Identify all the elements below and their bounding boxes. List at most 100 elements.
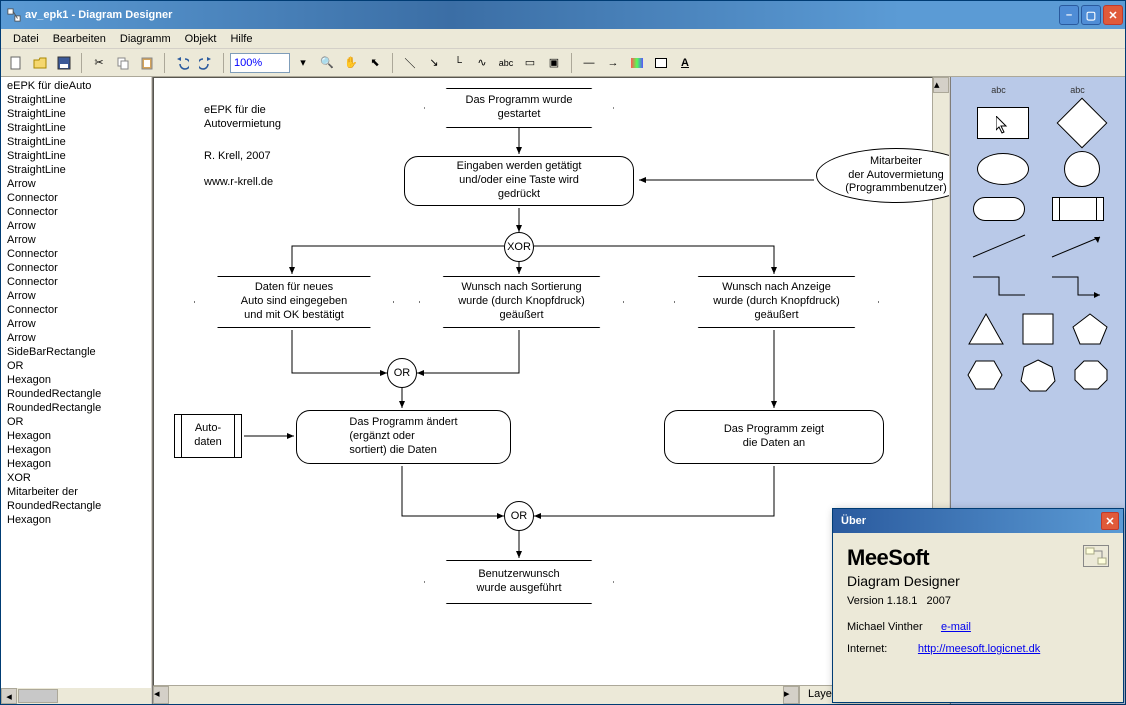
- object-list-item[interactable]: Arrow: [3, 289, 149, 303]
- pan-tool-icon[interactable]: ✋: [340, 52, 362, 74]
- node-d1[interactable]: Daten für neues Auto sind eingegeben und…: [194, 276, 394, 328]
- linecolor-icon[interactable]: [650, 52, 672, 74]
- object-list-item[interactable]: SideBarRectangle: [3, 345, 149, 359]
- about-url-link[interactable]: http://meesoft.logicnet.dk: [918, 643, 1040, 655]
- palette-line[interactable]: [969, 231, 1029, 261]
- object-list-item[interactable]: Arrow: [3, 317, 149, 331]
- object-list-item[interactable]: Connector: [3, 275, 149, 289]
- object-list-item[interactable]: Arrow: [3, 233, 149, 247]
- node-autodaten[interactable]: Auto- daten: [174, 414, 242, 458]
- palette-triangle[interactable]: [966, 311, 1006, 347]
- menu-objekt[interactable]: Objekt: [179, 31, 223, 47]
- node-end[interactable]: Benutzerwunsch wurde ausgeführt: [424, 560, 614, 604]
- arrow-tool-icon[interactable]: ↘: [423, 52, 445, 74]
- object-list-item[interactable]: Hexagon: [3, 443, 149, 457]
- close-button[interactable]: ✕: [1103, 5, 1123, 25]
- canvas[interactable]: eEPK für die Autovermietung R. Krell, 20…: [153, 77, 933, 686]
- curve-tool-icon[interactable]: ∿: [471, 52, 493, 74]
- image-tool-icon[interactable]: ▣: [543, 52, 565, 74]
- palette-hexagon[interactable]: [965, 357, 1005, 393]
- palette-connector[interactable]: [969, 271, 1029, 301]
- object-list-item[interactable]: OR: [3, 359, 149, 373]
- object-list-item[interactable]: StraightLine: [3, 107, 149, 121]
- node-input[interactable]: Eingaben werden getätigt und/oder eine T…: [404, 156, 634, 206]
- node-xor[interactable]: XOR: [504, 232, 534, 262]
- left-scrollbar[interactable]: ◂: [1, 688, 151, 704]
- object-list-item[interactable]: Connector: [3, 205, 149, 219]
- node-d3[interactable]: Wunsch nach Anzeige wurde (durch Knopfdr…: [674, 276, 879, 328]
- object-list-item[interactable]: Connector: [3, 247, 149, 261]
- about-close-button[interactable]: ✕: [1101, 512, 1119, 530]
- menu-bearbeiten[interactable]: Bearbeiten: [47, 31, 112, 47]
- palette-rounded-rect[interactable]: [973, 197, 1025, 221]
- zoom-tool-icon[interactable]: 🔍: [316, 52, 338, 74]
- palette-sidebar-rect[interactable]: [1052, 197, 1104, 221]
- text-tool-icon[interactable]: abc: [495, 52, 517, 74]
- palette-circle[interactable]: [1064, 151, 1100, 187]
- object-list-item[interactable]: StraightLine: [3, 135, 149, 149]
- object-list-item[interactable]: OR: [3, 415, 149, 429]
- palette-pentagon[interactable]: [1070, 311, 1110, 347]
- object-list-item[interactable]: StraightLine: [3, 121, 149, 135]
- textformat-icon[interactable]: A: [674, 52, 696, 74]
- object-list-item[interactable]: Arrow: [3, 219, 149, 233]
- node-p2[interactable]: Das Programm zeigt die Daten an: [664, 410, 884, 464]
- palette-heptagon[interactable]: [1018, 357, 1058, 393]
- copy-icon[interactable]: [112, 52, 134, 74]
- node-or2[interactable]: OR: [504, 501, 534, 531]
- object-list-item[interactable]: Hexagon: [3, 429, 149, 443]
- object-list-item[interactable]: RoundedRectangle: [3, 499, 149, 513]
- undo-icon[interactable]: [171, 52, 193, 74]
- fillcolor-icon[interactable]: [626, 52, 648, 74]
- object-list-item[interactable]: eEPK für dieAuto: [3, 79, 149, 93]
- object-list-item[interactable]: RoundedRectangle: [3, 401, 149, 415]
- lineend-icon[interactable]: →: [602, 52, 624, 74]
- node-user[interactable]: Mitarbeiter der Autovermietung (Programm…: [816, 148, 949, 203]
- menu-datei[interactable]: Datei: [7, 31, 45, 47]
- node-or1[interactable]: OR: [387, 358, 417, 388]
- cut-icon[interactable]: ✂: [88, 52, 110, 74]
- save-icon[interactable]: [53, 52, 75, 74]
- horizontal-scrollbar[interactable]: ◂▸: [153, 686, 799, 704]
- about-email-link[interactable]: e-mail: [941, 621, 971, 633]
- connector-tool-icon[interactable]: └: [447, 52, 469, 74]
- object-list-item[interactable]: Connector: [3, 191, 149, 205]
- object-list-item[interactable]: Connector: [3, 303, 149, 317]
- object-list-item[interactable]: Arrow: [3, 331, 149, 345]
- zoom-combo[interactable]: [230, 53, 290, 73]
- line-tool-icon[interactable]: ＼: [399, 52, 421, 74]
- object-list-item[interactable]: Connector: [3, 261, 149, 275]
- object-list-item[interactable]: StraightLine: [3, 93, 149, 107]
- node-p1[interactable]: Das Programm ändert (ergänzt oder sortie…: [296, 410, 511, 464]
- object-list-item[interactable]: RoundedRectangle: [3, 387, 149, 401]
- open-icon[interactable]: [29, 52, 51, 74]
- object-list-item[interactable]: Hexagon: [3, 373, 149, 387]
- object-list-item[interactable]: Arrow: [3, 177, 149, 191]
- minimize-button[interactable]: –: [1059, 5, 1079, 25]
- object-list-item[interactable]: StraightLine: [3, 149, 149, 163]
- node-start[interactable]: Das Programm wurde gestartet: [424, 88, 614, 128]
- object-list-item[interactable]: Hexagon: [3, 457, 149, 471]
- palette-square[interactable]: [1020, 311, 1056, 347]
- palette-octagon[interactable]: [1071, 357, 1111, 393]
- zoom-dropdown-icon[interactable]: ▾: [292, 52, 314, 74]
- new-icon[interactable]: [5, 52, 27, 74]
- object-list-item[interactable]: XOR: [3, 471, 149, 485]
- palette-connector-arrow[interactable]: [1048, 271, 1108, 301]
- object-list-item[interactable]: StraightLine: [3, 163, 149, 177]
- select-tool-icon[interactable]: ⬉: [364, 52, 386, 74]
- paste-icon[interactable]: [136, 52, 158, 74]
- linestyle-icon[interactable]: —: [578, 52, 600, 74]
- menu-hilfe[interactable]: Hilfe: [224, 31, 258, 47]
- object-list-item[interactable]: Mitarbeiter der: [3, 485, 149, 499]
- palette-arrow[interactable]: [1048, 231, 1108, 261]
- maximize-button[interactable]: ▢: [1081, 5, 1101, 25]
- object-list[interactable]: eEPK für dieAutoStraightLineStraightLine…: [1, 77, 151, 688]
- palette-ellipse[interactable]: [977, 153, 1029, 185]
- object-list-item[interactable]: Hexagon: [3, 513, 149, 527]
- rect-tool-icon[interactable]: ▭: [519, 52, 541, 74]
- palette-rectangle[interactable]: [977, 107, 1029, 139]
- node-d2[interactable]: Wunsch nach Sortierung wurde (durch Knop…: [419, 276, 624, 328]
- redo-icon[interactable]: [195, 52, 217, 74]
- palette-diamond[interactable]: [1056, 98, 1107, 149]
